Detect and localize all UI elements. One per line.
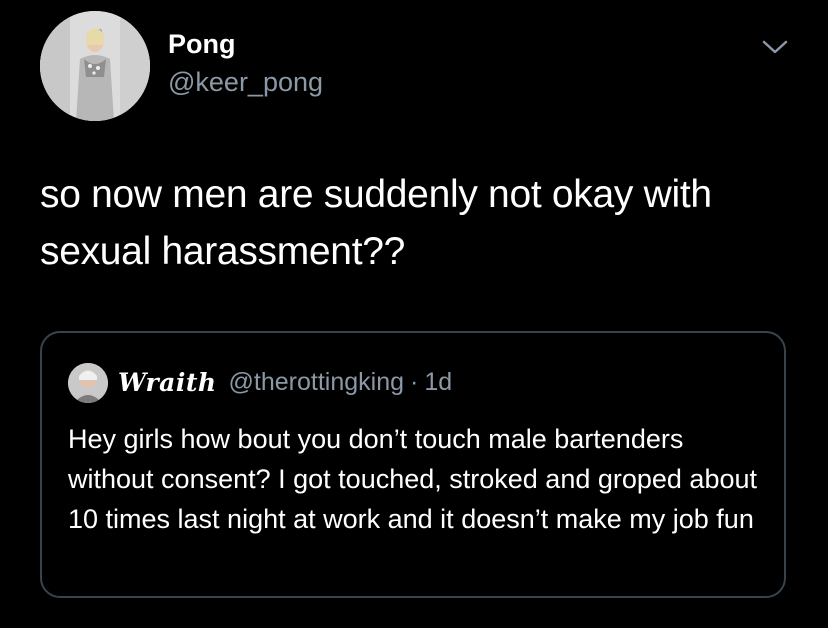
header-separator: ·: [410, 367, 419, 396]
chevron-down-icon[interactable]: [760, 36, 790, 58]
quoted-tweet-text: Hey girls how bout you don’t touch male …: [68, 424, 757, 534]
quoted-author-avatar-image: [68, 363, 108, 403]
author-avatar[interactable]: [40, 11, 150, 121]
tweet-text: so now men are suddenly not okay with se…: [40, 173, 712, 273]
author-display-name[interactable]: Pong: [168, 28, 236, 60]
quoted-author-display-name[interactable]: Wraith: [118, 368, 217, 397]
quoted-tweet-timestamp[interactable]: 1d: [424, 368, 452, 397]
author-handle[interactable]: @keer_pong: [168, 66, 323, 98]
author-avatar-image: [40, 11, 150, 121]
quoted-tweet-card[interactable]: Wraith @therottingking · 1d Hey girls ho…: [40, 331, 786, 598]
quoted-author-handle[interactable]: @therottingking: [229, 368, 404, 397]
quoted-tweet-header: Wraith @therottingking · 1d: [118, 364, 452, 400]
quoted-author-avatar[interactable]: [68, 363, 108, 403]
